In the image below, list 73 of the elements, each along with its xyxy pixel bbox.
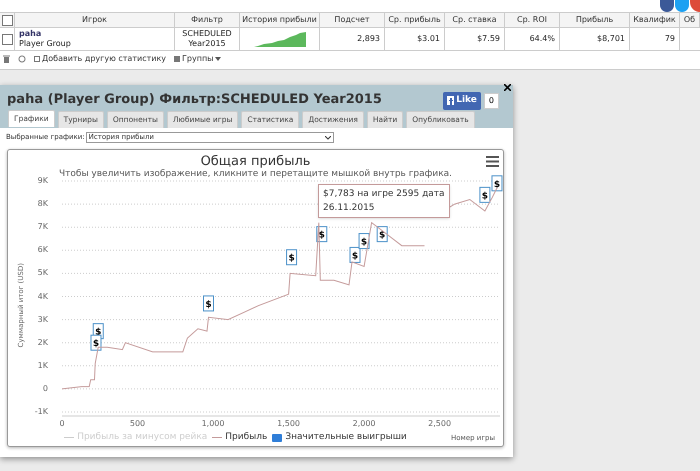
checkbox[interactable] <box>2 34 12 44</box>
dialog-title: paha (Player Group) Фильтр:SCHEDULED Year2015 <box>7 92 382 108</box>
y-tick-label: 6K <box>38 246 48 254</box>
chart-title: Общая прибыль <box>200 154 310 169</box>
y-tick-label: 4K <box>38 292 48 300</box>
player-group: Player Group <box>19 39 71 49</box>
caret-icon <box>215 57 222 61</box>
win-flag: $ <box>90 334 102 351</box>
groups-menu[interactable]: Группы <box>174 53 222 65</box>
column-header[interactable]: Подсчет <box>334 14 370 26</box>
column-header[interactable]: Прибыль <box>576 14 614 26</box>
legend-label[interactable]: Прибыль <box>225 431 268 444</box>
player-link[interactable]: paha <box>19 29 42 39</box>
win-flag: $ <box>358 233 370 250</box>
table-cell: 2,893 <box>357 33 380 45</box>
point-tooltip: $7,783 на игре 2595 дата 26.11.2015 <box>318 184 450 218</box>
table-cell-text: SCHEDULED Year2015 <box>181 29 233 49</box>
annotation: $ <box>360 238 368 248</box>
profit-sparkline <box>254 31 306 47</box>
x-tick-label: 2,500 <box>427 420 452 428</box>
annotation: $ <box>318 230 325 241</box>
refresh-icon[interactable] <box>18 55 26 63</box>
y-tick-label: 2K <box>38 338 48 347</box>
x-tick-label: 1,500 <box>276 420 301 428</box>
column-header[interactable]: Ср. ROI <box>517 14 547 26</box>
table-cell: $7.59 <box>477 33 500 45</box>
chart-subtitle: Чтобы увеличить изображение, кликните и перетащите мышкой внутрь графика. <box>58 169 452 180</box>
y-tick-label: 0 <box>42 384 48 393</box>
annotation: $ <box>92 339 100 350</box>
close-icon[interactable] <box>503 83 511 91</box>
column-header[interactable]: Об <box>684 14 696 26</box>
x-tick-label: 1,000 <box>200 420 226 428</box>
annotation: $ <box>494 180 500 190</box>
win-flag: $ <box>479 186 490 203</box>
table-cell: $8,701 <box>597 33 625 45</box>
y-tick-label: 8K <box>38 200 48 208</box>
chevron-icon <box>324 136 331 140</box>
win-flag: $ <box>286 249 298 266</box>
annotation: $ <box>352 251 358 262</box>
column-header[interactable]: История прибыли <box>242 14 317 26</box>
legend-label[interactable]: Значительные выигрыши <box>285 431 407 444</box>
table-cell: 79 <box>664 33 675 45</box>
x-tick-label: 500 <box>128 420 146 428</box>
trash-icon[interactable] <box>3 55 10 63</box>
table-cell: $3.01 <box>417 33 440 45</box>
menu-icon[interactable] <box>486 156 499 167</box>
win-flag: $ <box>350 246 360 263</box>
y-tick-label: -1K <box>34 408 48 416</box>
checkbox[interactable] <box>2 14 12 26</box>
column-header[interactable]: Ср. прибыль <box>388 14 441 26</box>
win-flag: $ <box>491 175 502 192</box>
like-button[interactable]: Like <box>443 92 481 110</box>
y-tick-label: 3K <box>38 316 48 324</box>
y-tick-label: 7K <box>38 223 48 232</box>
annotation: $ <box>482 191 488 202</box>
y-tick-label: 1K <box>38 362 48 370</box>
add-stat-link[interactable]: Добавить другую статистику <box>34 53 166 65</box>
column-header[interactable]: Фильтр <box>191 14 223 26</box>
x-tick-label: 2,000 <box>352 420 377 428</box>
table-cell: 64.4% <box>530 33 555 45</box>
column-header[interactable]: Квалифик <box>633 14 676 26</box>
like-count: 0 <box>484 92 499 109</box>
annotation: $ <box>205 300 212 310</box>
column-header[interactable]: Ср. ставка <box>452 14 497 26</box>
annotation: $ <box>379 230 386 241</box>
facebook-logo-icon <box>447 96 454 106</box>
y-tick-label: 9K <box>38 177 48 185</box>
column-header[interactable]: Игрок <box>82 14 107 26</box>
y-tick-label: 5K <box>38 269 48 278</box>
win-flag: $ <box>376 226 388 242</box>
x-tick-label: 0 <box>58 420 66 428</box>
win-flag: $ <box>203 295 214 312</box>
annotation: $ <box>288 254 295 264</box>
